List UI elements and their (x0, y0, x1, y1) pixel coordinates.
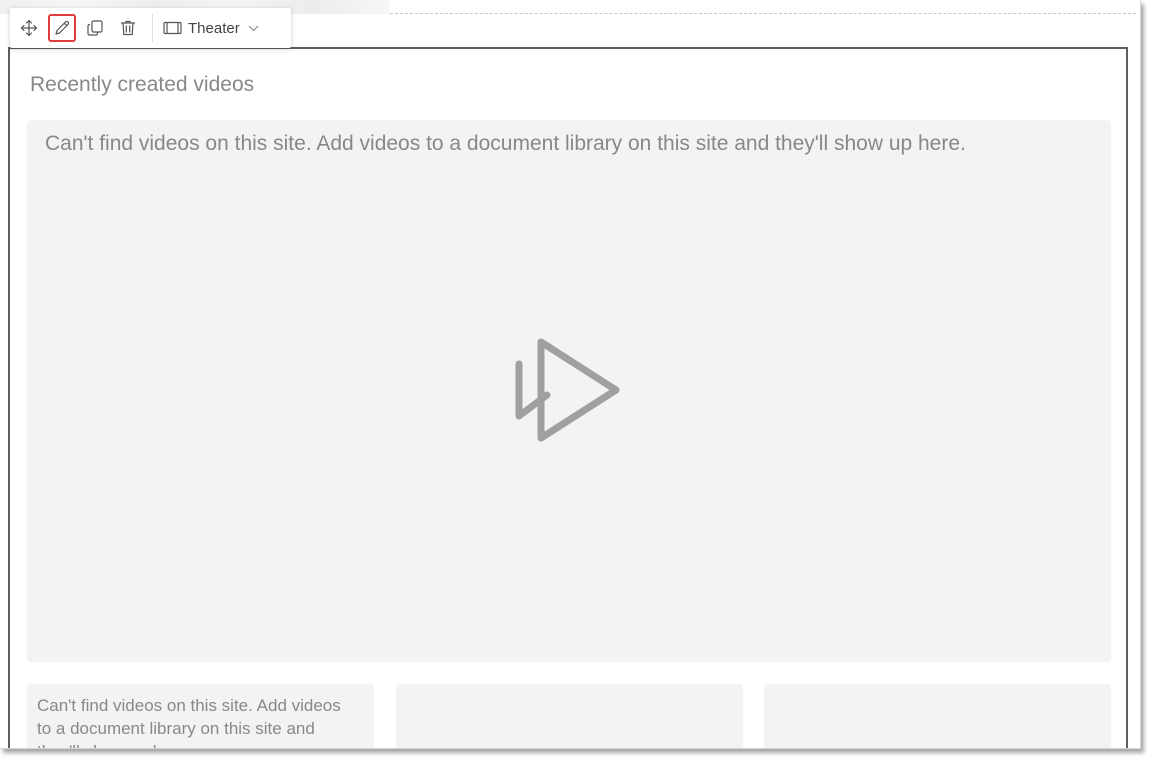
edit-button[interactable] (48, 14, 76, 42)
trash-icon (120, 20, 136, 36)
hero-video-placeholder: Can't find videos on this site. Add vide… (27, 120, 1111, 662)
layout-label: Theater (188, 19, 240, 37)
move-button[interactable] (15, 14, 43, 42)
video-card (396, 684, 743, 748)
video-play-icon (515, 338, 620, 442)
empty-state-message: Can't find videos on this site. Add vide… (45, 132, 966, 155)
page-frame: Theater Recently created videos Can't fi… (0, 0, 1141, 749)
toolbar-separator (152, 14, 153, 42)
section-divider (390, 13, 1136, 14)
move-icon (20, 19, 38, 37)
pencil-icon (55, 20, 70, 35)
film-icon (163, 21, 182, 35)
chevron-down-icon (248, 25, 259, 31)
layout-dropdown[interactable]: Theater (163, 14, 259, 42)
webpart-title: Recently created videos (30, 73, 255, 96)
video-card: Can't find videos on this site. Add vide… (27, 684, 374, 748)
duplicate-button[interactable] (81, 14, 109, 42)
delete-button[interactable] (114, 14, 142, 42)
webpart-toolbar: Theater (10, 8, 291, 48)
duplicate-icon (87, 20, 103, 36)
card-empty-message: Can't find videos on this site. Add vide… (37, 696, 341, 748)
video-webpart[interactable]: Recently created videos Can't find video… (8, 47, 1128, 748)
video-card (764, 684, 1111, 748)
